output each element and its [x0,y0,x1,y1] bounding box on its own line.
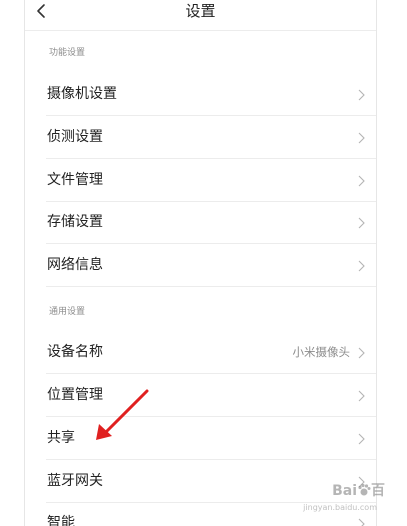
row-label: 存储设置 [47,214,103,230]
row-network-info[interactable]: 网络信息 [25,244,376,287]
row-label: 侦测设置 [47,129,103,145]
baidu-watermark: Bai 百 [332,480,385,500]
row-label: 智能 [47,515,75,526]
row-label: 共享 [47,430,75,446]
chevron-right-icon [358,433,365,445]
chevron-right-icon [358,347,365,359]
watermark-url: jingyan.baidu.com [303,503,377,512]
section-title-function: 功能设置 [49,48,86,58]
chevron-right-icon [358,89,365,101]
row-storage-settings[interactable]: 存储设置 [25,201,376,244]
row-device-name[interactable]: 设备名称 小米摄像头 [25,331,376,374]
row-label: 网络信息 [47,257,103,273]
row-label: 摄像机设置 [47,86,117,102]
row-label: 设备名称 [47,344,103,360]
chevron-right-icon [358,217,365,229]
frame-border-right [376,0,377,526]
chevron-right-icon [358,132,365,144]
header-divider [25,30,376,31]
row-divider [46,286,376,287]
row-label: 蓝牙网关 [47,473,103,489]
device-name-value: 小米摄像头 [292,345,351,359]
red-arrow-icon [96,389,149,440]
row-bluetooth-gateway[interactable]: 蓝牙网关 [25,460,376,503]
chevron-right-icon [358,518,365,526]
chevron-right-icon [358,175,365,187]
row-location-management[interactable]: 位置管理 [25,374,376,417]
row-share[interactable]: 共享 [25,417,376,460]
back-button[interactable] [30,0,56,24]
header-bar: 设置 [25,0,376,30]
row-file-management[interactable]: 文件管理 [25,159,376,202]
row-label: 文件管理 [47,172,103,188]
row-detection-settings[interactable]: 侦测设置 [25,116,376,159]
chevron-right-icon [358,260,365,272]
section-title-general: 通用设置 [49,307,86,317]
paw-icon [358,483,371,496]
watermark-brand-end: 百 [371,483,385,499]
settings-page: 设置 功能设置 摄像机设置 侦测设置 文件管理 存储设置 网络信息 通用设置 设… [0,0,407,526]
watermark-brand: Bai [332,483,357,499]
chevron-left-icon [37,4,45,18]
chevron-right-icon [358,390,365,402]
page-title: 设置 [185,2,216,20]
row-camera-settings[interactable]: 摄像机设置 [25,73,376,116]
